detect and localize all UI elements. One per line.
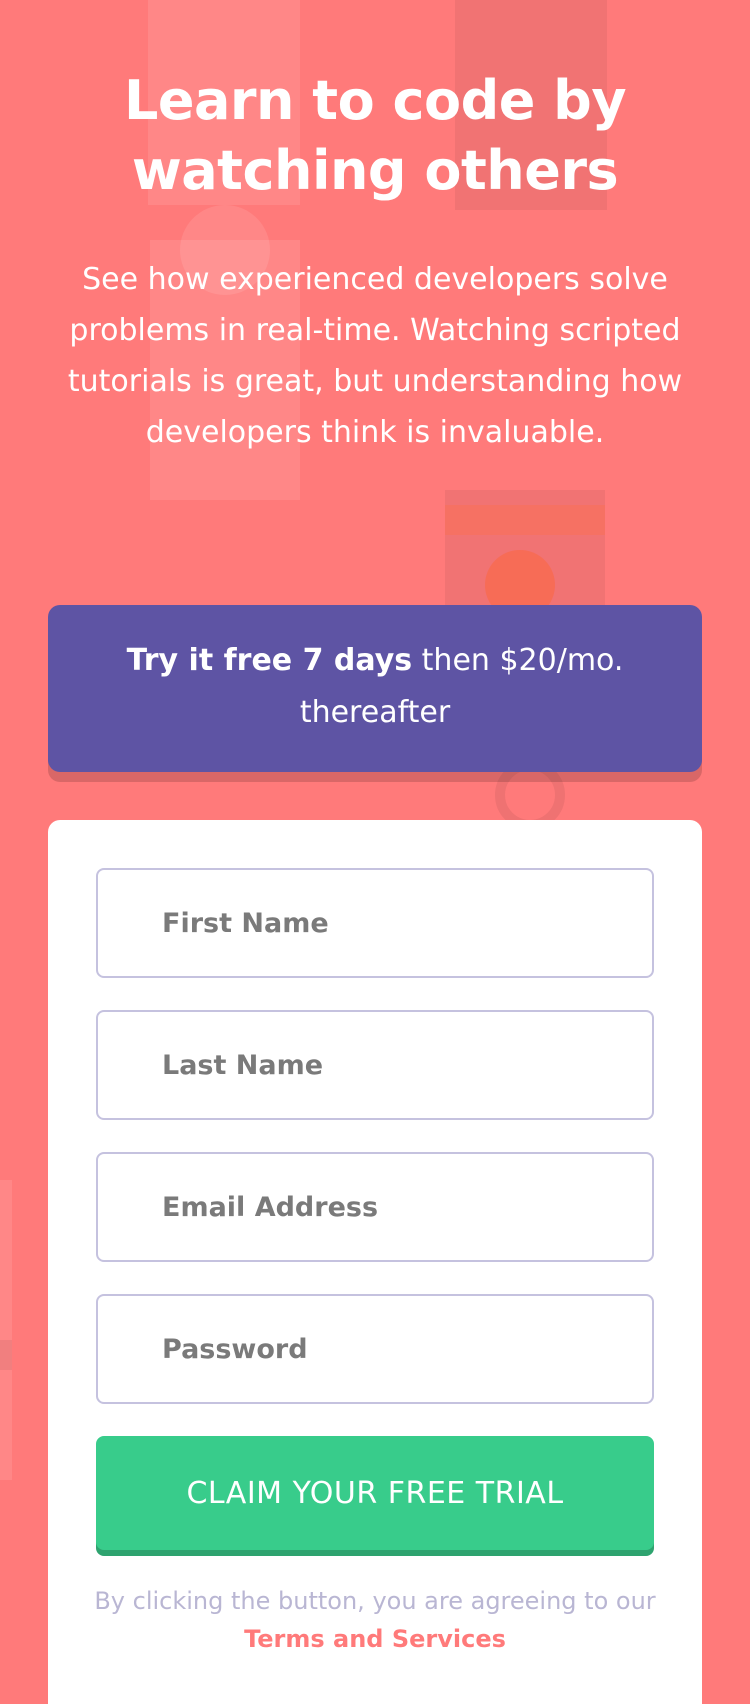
terms-prefix: By clicking the button, you are agreeing… (94, 1587, 656, 1615)
first-name-input[interactable] (98, 870, 652, 976)
claim-trial-button[interactable]: CLAIM YOUR FREE TRIAL (96, 1436, 654, 1550)
email-input[interactable] (98, 1154, 652, 1260)
terms-notice: By clicking the button, you are agreeing… (78, 1582, 672, 1658)
trial-offer-banner: Try it free 7 days then $20/mo. thereaft… (48, 605, 702, 772)
offer-highlight: Try it free 7 days (126, 643, 413, 678)
email-field-wrapper (96, 1152, 654, 1262)
hero-title: Learn to code by watching others (123, 69, 627, 202)
last-name-input[interactable] (98, 1012, 652, 1118)
signup-page: Learn to code by watching others See how… (0, 0, 750, 1704)
first-name-field-wrapper (96, 868, 654, 978)
terms-link[interactable]: Terms and Services (244, 1625, 506, 1653)
password-field-wrapper (96, 1294, 654, 1404)
hero-description: See how experienced developers solve pro… (67, 262, 683, 450)
password-input[interactable] (98, 1296, 652, 1402)
last-name-field-wrapper (96, 1010, 654, 1120)
signup-form: CLAIM YOUR FREE TRIAL By clicking the bu… (48, 820, 702, 1704)
